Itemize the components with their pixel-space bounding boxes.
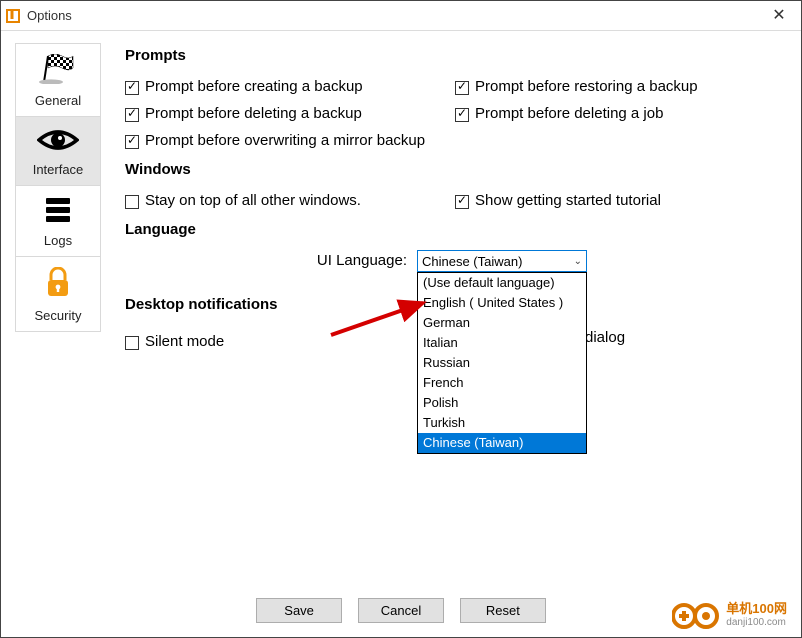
ui-language-combobox[interactable]: Chinese (Taiwan) ⌄ (Use default language…	[417, 250, 587, 272]
save-button[interactable]: Save	[256, 598, 342, 623]
ui-language-option[interactable]: German	[418, 313, 586, 333]
watermark-line2: danji100.com	[726, 616, 787, 630]
sidebar-item-logs[interactable]: Logs	[16, 186, 100, 257]
flag-icon	[16, 54, 100, 87]
ui-language-option[interactable]: English ( United States )	[418, 293, 586, 313]
app-icon	[5, 8, 21, 24]
reset-button[interactable]: Reset	[460, 598, 546, 623]
prompt-delete-job-label: Prompt before deleting a job	[475, 105, 663, 122]
prompt-create-label: Prompt before creating a backup	[145, 78, 363, 95]
prompt-delete-backup-row[interactable]: Prompt before deleting a backup	[125, 105, 455, 122]
prompt-restore-checkbox[interactable]	[455, 81, 469, 95]
prompt-delete-job-checkbox[interactable]	[455, 108, 469, 122]
close-button[interactable]: ✕	[761, 1, 797, 31]
sidebar-item-interface[interactable]: Interface	[16, 117, 100, 186]
silent-mode-checkbox[interactable]	[125, 336, 139, 350]
ui-language-option[interactable]: (Use default language)	[418, 273, 586, 293]
main-panel: Prompts Prompt before creating a backup …	[101, 31, 801, 591]
stay-on-top-label: Stay on top of all other windows.	[145, 192, 361, 209]
windows-heading: Windows	[125, 161, 785, 178]
prompt-delete-backup-checkbox[interactable]	[125, 108, 139, 122]
language-heading: Language	[125, 221, 785, 238]
sidebar-item-general[interactable]: General	[16, 44, 100, 117]
ui-language-option[interactable]: Polish	[418, 393, 586, 413]
tutorial-row[interactable]: Show getting started tutorial	[455, 192, 785, 209]
prompt-delete-job-row[interactable]: Prompt before deleting a job	[455, 105, 785, 122]
cancel-button[interactable]: Cancel	[358, 598, 444, 623]
ui-language-label: UI Language:	[125, 250, 417, 269]
ui-language-option[interactable]: Turkish	[418, 413, 586, 433]
ui-language-option[interactable]: Chinese (Taiwan)	[418, 433, 586, 453]
sidebar: General Interface	[1, 31, 101, 591]
title-bar: Options ✕	[1, 1, 801, 31]
window-title: Options	[27, 8, 761, 23]
sidebar-item-label: Logs	[44, 233, 72, 248]
sidebar-item-label: Interface	[33, 162, 84, 177]
silent-mode-label: Silent mode	[145, 333, 224, 350]
ui-language-selected: Chinese (Taiwan)	[422, 254, 574, 269]
stay-on-top-row[interactable]: Stay on top of all other windows.	[125, 192, 455, 209]
ui-language-option[interactable]: French	[418, 373, 586, 393]
watermark: 单机100网 danji100.com	[672, 601, 787, 631]
sidebar-item-label: Security	[35, 308, 82, 323]
prompt-overwrite-label: Prompt before overwriting a mirror backu…	[145, 132, 425, 149]
prompt-create-checkbox[interactable]	[125, 81, 139, 95]
ui-language-option[interactable]: Italian	[418, 333, 586, 353]
watermark-icon	[672, 601, 720, 631]
prompt-delete-backup-label: Prompt before deleting a backup	[145, 105, 362, 122]
tutorial-label: Show getting started tutorial	[475, 192, 661, 209]
stay-on-top-checkbox[interactable]	[125, 195, 139, 209]
prompt-create-row[interactable]: Prompt before creating a backup	[125, 78, 455, 95]
tutorial-checkbox[interactable]	[455, 195, 469, 209]
prompt-overwrite-row[interactable]: Prompt before overwriting a mirror backu…	[125, 132, 455, 149]
eye-icon	[16, 127, 100, 156]
prompt-restore-label: Prompt before restoring a backup	[475, 78, 698, 95]
ui-language-dropdown[interactable]: (Use default language)English ( United S…	[417, 272, 587, 454]
dialog-text: dialog	[585, 329, 625, 360]
prompt-restore-row[interactable]: Prompt before restoring a backup	[455, 78, 785, 95]
ui-language-option[interactable]: Russian	[418, 353, 586, 373]
chevron-down-icon: ⌄	[574, 256, 582, 267]
sidebar-item-label: General	[35, 93, 81, 108]
content-area: General Interface	[1, 31, 801, 591]
prompt-overwrite-checkbox[interactable]	[125, 135, 139, 149]
sidebar-item-security[interactable]: Security	[16, 257, 100, 331]
logs-icon	[16, 196, 100, 227]
lock-icon	[16, 267, 100, 302]
watermark-line1: 单机100网	[726, 602, 787, 616]
prompts-heading: Prompts	[125, 47, 785, 64]
